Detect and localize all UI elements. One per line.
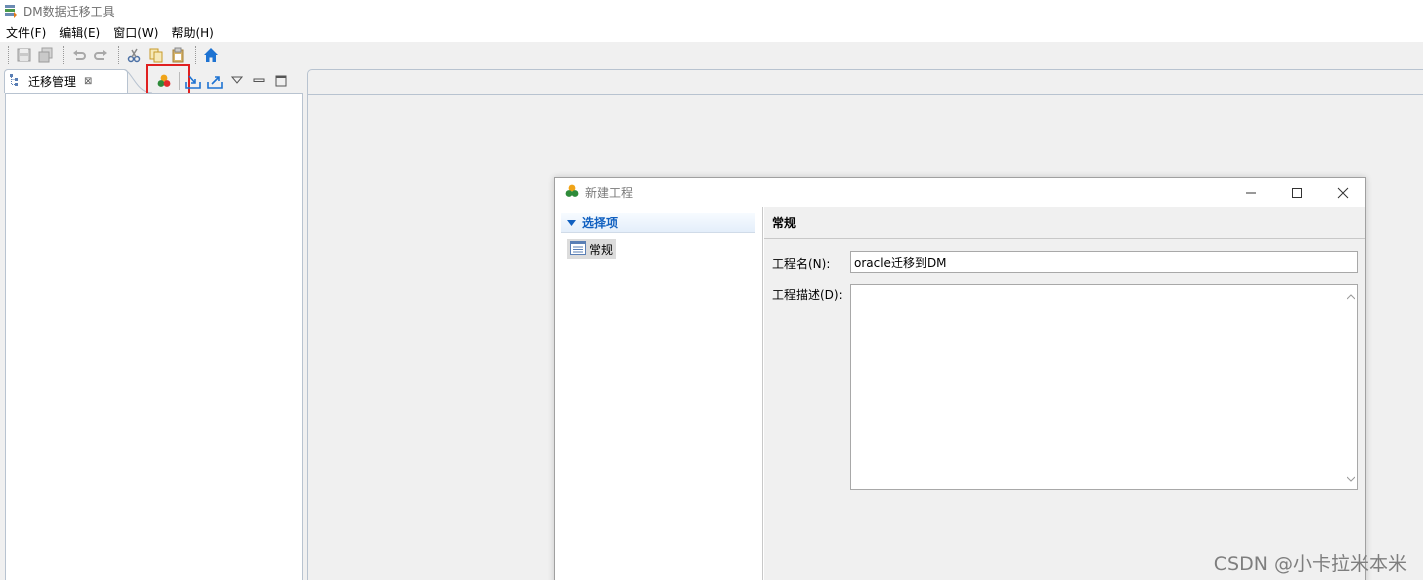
new-project-dialog: 新建工程 选择项 常规 常规 工程名(N): 工程描述(D): [554, 177, 1366, 580]
scroll-down-icon[interactable] [1346, 471, 1356, 485]
dialog-title-bar[interactable]: 新建工程 [555, 178, 1365, 207]
list-page-icon [570, 240, 586, 258]
toolbar-separator [179, 72, 180, 90]
menu-edit[interactable]: 编辑(E) [59, 24, 100, 41]
migration-management-view: 迁移管理 ⊠ [4, 64, 304, 580]
new-project-icon [564, 183, 580, 202]
main-toolbar [0, 42, 1423, 68]
home-icon[interactable] [201, 45, 221, 65]
window-title: DM数据迁移工具 [23, 4, 115, 19]
project-description-label: 工程描述(D): [772, 288, 843, 302]
project-name-input[interactable] [850, 251, 1358, 273]
undo-icon[interactable] [69, 45, 89, 65]
save-icon[interactable] [14, 45, 34, 65]
dialog-maximize-button[interactable] [1274, 178, 1320, 207]
scroll-up-icon[interactable] [1346, 289, 1356, 303]
view-toolbar [154, 69, 293, 93]
maximize-icon[interactable] [271, 71, 291, 91]
description-scrollbar[interactable] [1344, 285, 1358, 489]
view-menu-icon[interactable] [227, 71, 247, 91]
toolbar-separator [118, 46, 119, 64]
app-title-bar: DM数据迁移工具 [0, 0, 1423, 22]
dialog-nav-panel: 选择项 常规 [555, 207, 763, 580]
dialog-content-panel: 常规 工程名(N): 工程描述(D): [764, 207, 1365, 580]
expand-triangle-icon[interactable] [567, 216, 576, 230]
dialog-title: 新建工程 [585, 186, 634, 200]
toolbar-separator [63, 46, 64, 64]
section-title: 常规 [764, 207, 1365, 239]
dialog-minimize-button[interactable] [1228, 178, 1274, 207]
editor-top-divider [308, 94, 1423, 95]
tab-label: 迁移管理 [28, 75, 77, 89]
tree-view-icon [9, 73, 23, 90]
csdn-watermark: CSDN @小卡拉米本米 [1213, 553, 1407, 575]
cut-icon[interactable] [124, 45, 144, 65]
tree-header-label: 选择项 [582, 216, 619, 230]
tree-item-general[interactable]: 常规 [567, 239, 617, 259]
export-icon[interactable] [205, 71, 225, 91]
tab-migration-management[interactable]: 迁移管理 ⊠ [4, 69, 128, 93]
tree-section-header[interactable]: 选择项 [561, 213, 755, 233]
toolbar-separator [195, 46, 196, 64]
project-name-label: 工程名(N): [772, 257, 831, 271]
menu-help[interactable]: 帮助(H) [171, 24, 213, 41]
menu-bar: 文件(F) 编辑(E) 窗口(W) 帮助(H) [0, 22, 1423, 42]
paste-icon[interactable] [168, 45, 188, 65]
redo-icon[interactable] [91, 45, 111, 65]
dm-app-icon [4, 4, 18, 18]
save-all-icon[interactable] [36, 45, 56, 65]
project-tree-panel[interactable] [5, 93, 303, 580]
project-description-textarea[interactable] [850, 284, 1358, 490]
toolbar-separator [8, 46, 9, 64]
menu-window[interactable]: 窗口(W) [113, 24, 158, 41]
close-tab-icon[interactable]: ⊠ [84, 76, 92, 87]
menu-file[interactable]: 文件(F) [6, 24, 46, 41]
copy-icon[interactable] [146, 45, 166, 65]
import-icon[interactable] [183, 71, 203, 91]
dialog-close-button[interactable] [1320, 178, 1366, 207]
tree-item-label: 常规 [589, 242, 614, 257]
minimize-icon[interactable] [249, 71, 269, 91]
new-project-icon[interactable] [154, 71, 174, 91]
